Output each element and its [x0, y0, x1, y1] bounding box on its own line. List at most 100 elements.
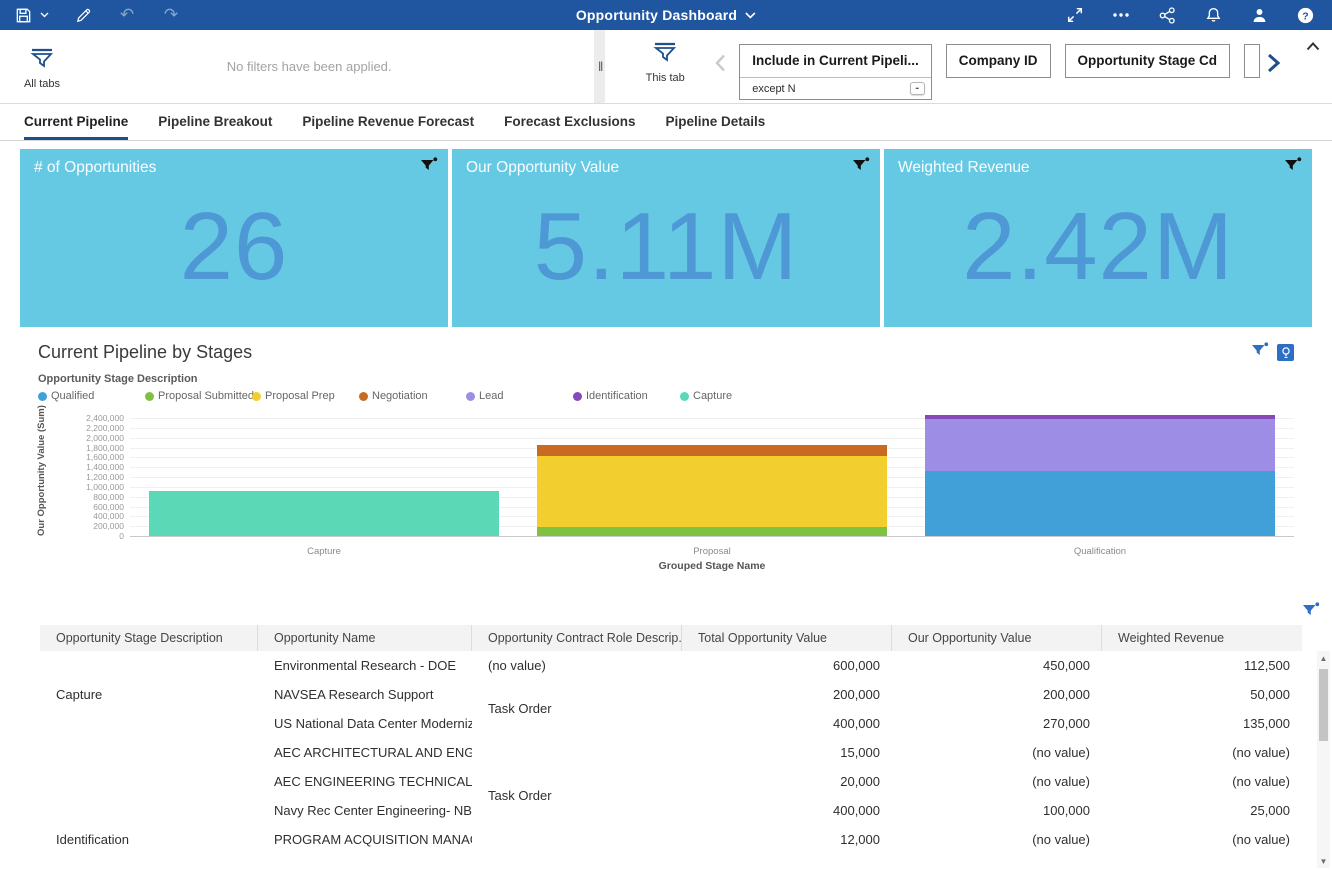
legend-item[interactable]: Capture	[680, 390, 787, 402]
more-ellipsis-icon[interactable]	[1110, 4, 1132, 26]
filter-indicator-icon[interactable]	[420, 157, 438, 178]
legend-item[interactable]: Negotiation	[359, 390, 466, 402]
panel-resize-handle[interactable]: ‖	[594, 30, 605, 103]
undo-button[interactable]: ↶	[116, 4, 138, 26]
scrollbar-down-button[interactable]: ▼	[1317, 854, 1330, 868]
table-cell: 50,000	[1102, 680, 1302, 709]
filter-bar: All tabs No filters have been applied. ‖…	[0, 30, 1332, 104]
tab-forecast-exclusions[interactable]: Forecast Exclusions	[504, 104, 635, 140]
chips-scroll-left-button[interactable]	[707, 46, 733, 80]
help-icon[interactable]: ?	[1294, 4, 1316, 26]
scrollbar-up-button[interactable]: ▲	[1317, 651, 1330, 665]
insights-icon[interactable]	[1277, 344, 1294, 361]
plot-area	[130, 418, 1294, 536]
column-header-stage[interactable]: Opportunity Stage Description	[40, 625, 258, 651]
bar-segment-proposal-submitted[interactable]	[537, 527, 886, 536]
legend-item[interactable]: Qualified	[38, 390, 145, 402]
table-row[interactable]: Navy Rec Center Engineering- NBB...400,0…	[40, 796, 1302, 825]
table-row[interactable]: AEC ENGINEERING TECHNICAL S...Task Order…	[40, 767, 1302, 796]
tab-pipeline-details[interactable]: Pipeline Details	[665, 104, 765, 140]
kpi-card-our-opportunity-value[interactable]: Our Opportunity Value 5.11M	[452, 149, 880, 327]
collapse-filterbar-button[interactable]	[1306, 38, 1320, 56]
svg-text:?: ?	[1302, 11, 1308, 22]
save-button[interactable]	[12, 4, 50, 26]
column-header-total-value[interactable]: Total Opportunity Value	[682, 625, 892, 651]
stacked-bar-capture[interactable]	[149, 491, 498, 536]
chart-filter-icon[interactable]	[1251, 342, 1269, 363]
account-person-icon[interactable]	[1248, 4, 1270, 26]
chip-partial[interactable]	[1244, 44, 1260, 78]
chip-company-id[interactable]: Company ID	[946, 44, 1051, 78]
no-filters-message: No filters have been applied.	[84, 59, 594, 74]
legend-swatch-icon	[680, 392, 689, 401]
table-cell: 450,000	[892, 651, 1102, 680]
table-cell: 12,000	[682, 825, 892, 854]
table-cell: (no value)	[892, 767, 1102, 796]
tab-pipeline-revenue-forecast[interactable]: Pipeline Revenue Forecast	[302, 104, 474, 140]
table-row[interactable]: Environmental Research - DOE(no value)60…	[40, 651, 1302, 680]
scrollbar-track[interactable]	[1317, 665, 1330, 854]
table-cell: 25,000	[1102, 796, 1302, 825]
stacked-bar-proposal[interactable]	[537, 445, 886, 536]
table-row[interactable]: CaptureNAVSEA Research SupportTask Order…	[40, 680, 1302, 709]
chip-condition: except N	[752, 83, 904, 95]
filter-indicator-icon[interactable]	[1284, 157, 1302, 178]
table-scrollbar[interactable]: ▲ ▼	[1317, 651, 1330, 868]
y-tick-label: 800,000	[93, 492, 124, 502]
table-filter-icon[interactable]	[1302, 602, 1320, 623]
bar-segment-lead[interactable]	[925, 419, 1274, 470]
chip-include-in-current-pipeline[interactable]: Include in Current Pipeli... except N -	[739, 44, 932, 100]
y-tick-label: 1,000,000	[86, 482, 124, 492]
bar-segment-negotiation[interactable]	[537, 445, 886, 456]
column-header-weighted-revenue[interactable]: Weighted Revenue	[1102, 625, 1302, 651]
notifications-bell-icon[interactable]	[1202, 4, 1224, 26]
table-cell: 400,000	[682, 796, 892, 825]
dashboard-title-menu[interactable]: Opportunity Dashboard	[576, 6, 756, 24]
redo-button[interactable]: ↷	[160, 4, 182, 26]
chip-opportunity-stage-cd[interactable]: Opportunity Stage Cd	[1065, 44, 1231, 78]
legend-item[interactable]: Lead	[466, 390, 573, 402]
this-tab-filter-button[interactable]: This tab	[623, 38, 707, 84]
legend-label: Capture	[693, 390, 732, 402]
y-tick-label: 200,000	[93, 521, 124, 531]
column-header-contract-role[interactable]: Opportunity Contract Role Descrip...	[472, 625, 682, 651]
bar-segment-qualified[interactable]	[925, 471, 1274, 536]
chart-title: Current Pipeline by Stages	[38, 342, 252, 363]
chip-remove-button[interactable]: -	[910, 82, 925, 95]
legend-swatch-icon	[359, 392, 368, 401]
all-tabs-filter-button[interactable]: All tabs	[0, 44, 84, 90]
legend-label: Negotiation	[372, 390, 428, 402]
column-header-name[interactable]: Opportunity Name	[258, 625, 472, 651]
scrollbar-thumb[interactable]	[1319, 669, 1328, 741]
y-axis-ticks: 2,400,0002,200,0002,000,0001,800,0001,60…	[54, 418, 130, 536]
table-cell: 270,000	[892, 709, 1102, 738]
bar-segment-proposal-prep[interactable]	[537, 456, 886, 527]
legend-item[interactable]: Proposal Prep	[252, 390, 359, 402]
y-tick-label: 0	[119, 531, 124, 541]
x-axis-labels: CaptureProposalQualification	[130, 546, 1294, 557]
table-row[interactable]: AEC ARCHITECTURAL AND ENGIN...15,000(no …	[40, 738, 1302, 767]
tab-current-pipeline[interactable]: Current Pipeline	[24, 104, 128, 140]
table-cell	[472, 738, 682, 767]
expand-icon[interactable]	[1064, 4, 1086, 26]
tab-pipeline-breakout[interactable]: Pipeline Breakout	[158, 104, 272, 140]
legend-swatch-icon	[466, 392, 475, 401]
table-cell	[40, 651, 258, 680]
edit-button[interactable]	[72, 4, 94, 26]
kpi-card-num-opportunities[interactable]: # of Opportunities 26	[20, 149, 448, 327]
kpi-card-weighted-revenue[interactable]: Weighted Revenue 2.42M	[884, 149, 1312, 327]
legend-item[interactable]: Identification	[573, 390, 680, 402]
y-tick-label: 2,000,000	[86, 433, 124, 443]
table-cell: (no value)	[472, 651, 682, 680]
table-row[interactable]: IdentificationPROGRAM ACQUISITION MANAG.…	[40, 825, 1302, 854]
stacked-bar-qualification[interactable]	[925, 415, 1274, 536]
chips-scroll-right-button[interactable]	[1260, 46, 1286, 80]
table-row[interactable]: US National Data Center Moderniz...400,0…	[40, 709, 1302, 738]
column-header-our-value[interactable]: Our Opportunity Value	[892, 625, 1102, 651]
legend-item[interactable]: Proposal Submitted	[145, 390, 252, 402]
filter-indicator-icon[interactable]	[852, 157, 870, 178]
table-cell: 600,000	[682, 651, 892, 680]
bar-segment-capture[interactable]	[149, 491, 498, 536]
legend-swatch-icon	[145, 392, 154, 401]
share-icon[interactable]	[1156, 4, 1178, 26]
